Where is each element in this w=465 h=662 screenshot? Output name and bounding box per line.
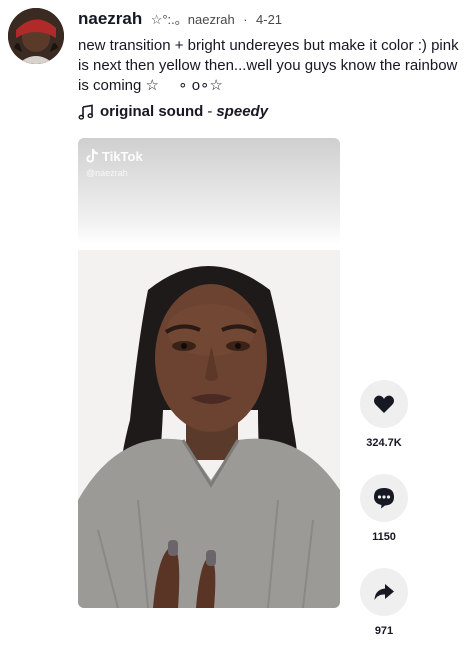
author-line: naezrah ☆°:.。naezrah · 4-21 [78,8,465,30]
watermark-brand: TikTok [102,148,143,164]
post-caption: new transition + bright undereyes but ma… [78,36,465,96]
video-frame [78,250,340,608]
caption-line: is coming ☆ ∘ o∘☆ [78,77,223,94]
post-header: naezrah ☆°:.。naezrah · 4-21 new transiti… [78,8,465,122]
sound-title: original sound [100,103,204,120]
like-button[interactable] [360,380,408,428]
avatar-image [8,8,64,64]
sound-link[interactable]: original sound - speedy [78,102,465,122]
share-button[interactable] [360,568,408,616]
comment-button[interactable] [360,474,408,522]
nickname[interactable]: ☆°:.。naezrah [151,12,235,27]
meta-separator: · [243,12,248,27]
video-still [78,250,340,608]
tiktok-watermark: TikTok [85,148,143,164]
sound-artist: speedy [216,103,269,120]
comment-count: 1150 [372,531,396,543]
sound-separator: - [207,103,213,120]
caption-line: new transition + bright undereyes but ma… [78,37,459,54]
share-count: 971 [374,625,394,637]
heart-icon [374,395,394,413]
video-player[interactable]: TikTok @naezrah [78,138,340,608]
music-note-icon [78,104,94,120]
username-link[interactable]: naezrah [78,9,142,28]
like-count: 324.7K [366,437,402,449]
post-date: 4-21 [256,12,283,27]
comment-bubble-icon [374,488,394,509]
watermark-username: @naezrah [86,168,128,178]
caption-line: is next then yellow then...well you guys… [78,57,458,74]
share-arrow-icon [374,584,394,600]
user-avatar[interactable] [8,8,64,64]
tiktok-logo-icon [86,149,98,163]
